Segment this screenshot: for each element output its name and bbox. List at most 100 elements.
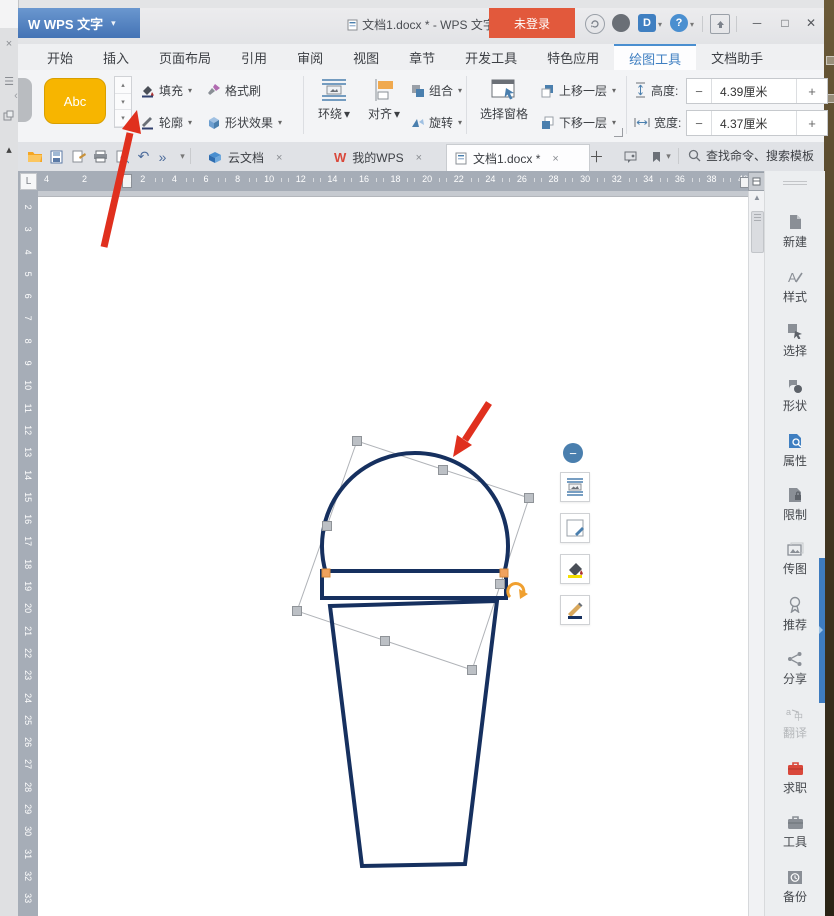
save-icon[interactable] <box>48 148 65 165</box>
sidebar-item-new[interactable]: 新建 <box>765 205 825 260</box>
login-button[interactable]: 未登录 <box>489 8 575 38</box>
style-gallery-selected-item[interactable]: Abc <box>44 78 106 124</box>
scroll-up-button[interactable]: ▲ <box>749 193 765 202</box>
dialog-launcher-icon[interactable] <box>614 128 623 137</box>
redo-button[interactable]: » <box>154 148 171 165</box>
horizontal-ruler[interactable]: L 4 2 2 4 6 8 10 12 14 16 18 20 22 24 26 28 30 32 34 36 38… <box>18 171 765 191</box>
sidebar-item-translate[interactable]: a中 翻译 <box>765 696 825 751</box>
format-painter-button[interactable]: 格式刷 <box>206 78 261 102</box>
height-increase-button[interactable]: + <box>797 79 827 103</box>
tab-my-wps[interactable]: W 我的WPS × <box>326 144 430 171</box>
save-as-icon[interactable] <box>70 148 87 165</box>
close-icon[interactable]: × <box>3 38 15 50</box>
sidebar-item-styles[interactable]: A 样式 <box>765 260 825 315</box>
sidebar-item-restrict[interactable]: 限制 <box>765 478 825 533</box>
tab-document1[interactable]: 文档1.docx * × <box>446 144 590 172</box>
recommend-icon <box>789 596 801 613</box>
tab-doc-assistant[interactable]: 文档助手 <box>696 44 778 70</box>
sidebar-item-tools[interactable]: 工具 <box>765 806 825 861</box>
bring-forward-button[interactable]: 上移一层 ▾ <box>540 78 616 102</box>
close-tab-icon[interactable]: × <box>416 152 422 164</box>
sidebar-grip[interactable] <box>783 181 807 185</box>
outline-button[interactable]: 轮廓 ▾ <box>140 110 192 134</box>
collapse-toolbar-button[interactable]: − <box>563 443 583 463</box>
tab-references[interactable]: 引用 <box>226 44 282 70</box>
print-preview-icon[interactable] <box>114 148 131 165</box>
minimize-button[interactable]: ─ <box>744 13 770 33</box>
tab-cloud-docs[interactable]: 云文档 × <box>200 144 290 171</box>
scrollbar-thumb[interactable] <box>751 211 764 253</box>
wrap-button[interactable]: 环绕 ▾ <box>308 78 360 122</box>
gallery-up-button[interactable]: ▴ <box>115 77 131 94</box>
sidebar-item-share[interactable]: 分享 <box>765 642 825 697</box>
tab-view[interactable]: 视图 <box>338 44 394 70</box>
gallery-more-button[interactable]: ▾ <box>115 110 131 128</box>
tab-developer[interactable]: 开发工具 <box>450 44 532 70</box>
selection-pane-button[interactable]: 选择窗格 <box>473 78 535 122</box>
close-tab-icon[interactable]: × <box>276 152 282 164</box>
sidebar-item-backup[interactable]: 备份 <box>765 860 825 915</box>
tab-insert[interactable]: 插入 <box>88 44 144 70</box>
ruler-number: 22 <box>443 174 475 188</box>
comment-icon[interactable] <box>622 148 639 165</box>
app-menu-button[interactable]: W WPS 文字 ▾ <box>18 8 140 38</box>
sync-icon[interactable] <box>585 14 605 34</box>
tab-page-layout[interactable]: 页面布局 <box>144 44 226 70</box>
send-backward-button[interactable]: 下移一层 ▾ <box>540 110 616 134</box>
group-button[interactable]: 组合 ▾ <box>410 78 462 102</box>
bring-forward-label: 上移一层 <box>559 83 608 98</box>
tab-special-features[interactable]: 特色应用 <box>532 44 614 70</box>
undo-button[interactable]: ↶ <box>135 148 152 165</box>
new-tab-button[interactable]: ＋ <box>588 148 605 166</box>
width-value[interactable]: 4.37厘米 <box>712 111 797 135</box>
gallery-down-button[interactable]: ▾ <box>115 94 131 111</box>
skin-icon[interactable] <box>612 14 630 32</box>
sidebar-item-properties[interactable]: 属性 <box>765 423 825 478</box>
tab-drawing-tools[interactable]: 绘图工具 <box>614 44 697 70</box>
close-button[interactable]: ✕ <box>798 13 824 33</box>
help-icon[interactable]: ? <box>670 14 688 32</box>
vertical-ruler[interactable]: 2 3 4 5 6 7 8 9 10 11 12 13 14 15 16 17 18 19 20 21 22 23 24 25… <box>18 191 38 916</box>
sidebar-item-recommend[interactable]: 推荐 <box>765 587 825 642</box>
menu-icon[interactable]: ☰ <box>3 76 15 88</box>
tab-home[interactable]: 开始 <box>32 44 88 70</box>
rotate-button[interactable]: 旋转 ▾ <box>410 110 462 134</box>
hide-ribbon-icon[interactable] <box>710 14 730 34</box>
print-icon[interactable] <box>92 148 109 165</box>
panel-icon[interactable] <box>3 110 15 122</box>
width-decrease-button[interactable]: − <box>687 111 712 135</box>
sidebar-item-shapes[interactable]: 形状 <box>765 369 825 424</box>
style-gallery-prev-item[interactable] <box>18 78 32 122</box>
align-button[interactable]: 对齐 ▾ <box>360 78 408 122</box>
close-tab-icon[interactable]: × <box>552 153 558 165</box>
vertical-scrollbar[interactable]: ▲ <box>748 191 765 916</box>
sidebar-item-upload-image[interactable]: 传图 <box>765 533 825 588</box>
open-file-icon[interactable] <box>26 148 43 165</box>
tab-section[interactable]: 章节 <box>394 44 450 70</box>
ruler-toggle-button[interactable] <box>748 172 765 191</box>
sidebar-item-jobs[interactable]: 求职 <box>765 751 825 806</box>
document-canvas[interactable] <box>38 191 748 916</box>
quickbar-dropdown[interactable]: ▾ <box>174 148 191 165</box>
width-increase-button[interactable]: + <box>797 111 827 135</box>
height-decrease-button[interactable]: − <box>687 79 712 103</box>
command-search[interactable]: 查找命令、搜索模板 <box>688 147 814 164</box>
tab-review[interactable]: 审阅 <box>282 44 338 70</box>
chevron-down-icon[interactable]: ▾ <box>660 148 677 165</box>
shape-style-button[interactable] <box>560 513 590 543</box>
sidebar-item-select[interactable]: 选择 <box>765 314 825 369</box>
fill-color-button[interactable] <box>560 554 590 584</box>
chevron-down-icon[interactable]: ▾ <box>658 20 662 29</box>
document-page[interactable] <box>38 196 748 916</box>
chevron-down-icon[interactable]: ▾ <box>690 20 694 29</box>
maximize-button[interactable]: □ <box>772 13 798 33</box>
shape-effects-button[interactable]: 形状效果 ▾ <box>206 110 282 134</box>
outline-color-button[interactable] <box>560 595 590 625</box>
height-value[interactable]: 4.39厘米 <box>712 79 797 103</box>
fill-icon <box>142 85 154 97</box>
collapsed-panel-tab[interactable] <box>819 558 825 703</box>
wrap-text-button[interactable] <box>560 472 590 502</box>
tab-stop-selector[interactable]: L <box>20 173 37 190</box>
docker-icon[interactable]: D <box>638 14 656 32</box>
fill-button[interactable]: 填充 ▾ <box>140 78 192 102</box>
